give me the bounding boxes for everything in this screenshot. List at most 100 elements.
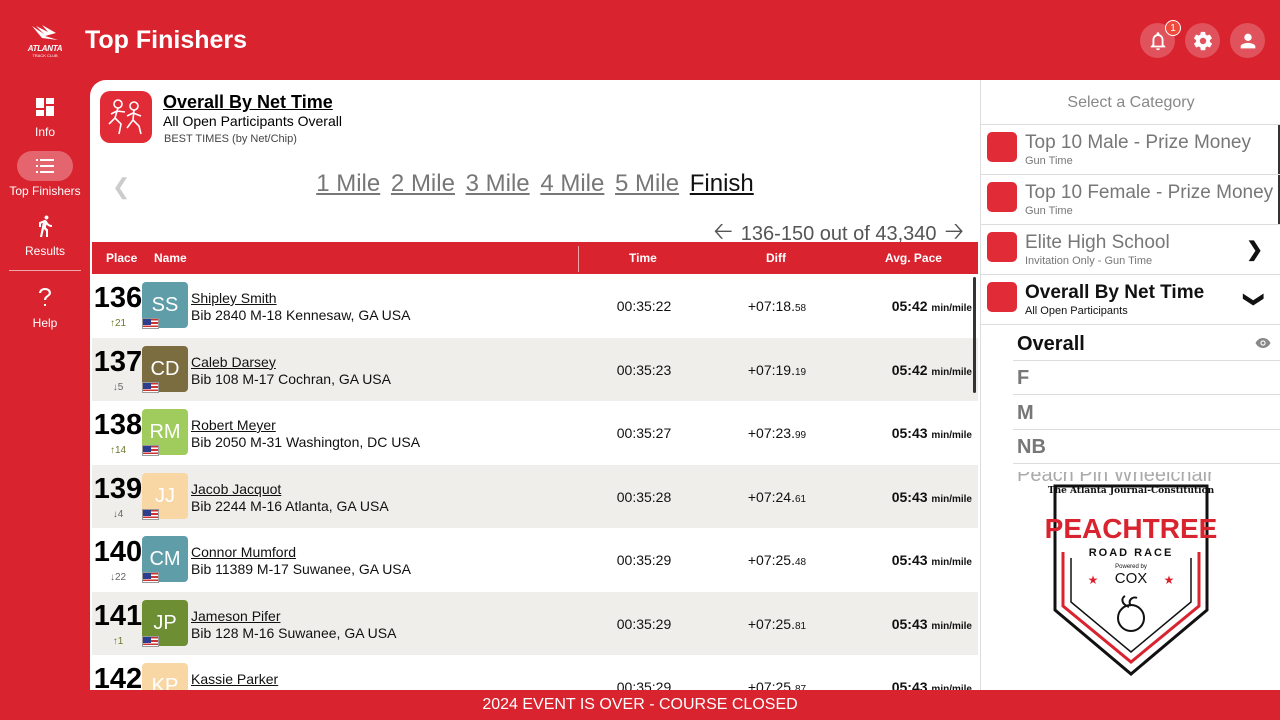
place-number: 139 bbox=[93, 472, 143, 505]
runner-name-link[interactable]: Robert Meyer bbox=[191, 417, 276, 433]
runner-name-link[interactable]: Kassie Parker bbox=[191, 671, 278, 687]
runners-icon bbox=[987, 132, 1017, 162]
nav-item-label: Info bbox=[34, 125, 55, 139]
avatar: KP bbox=[142, 663, 188, 690]
tab-2-mile[interactable]: 2 Mile bbox=[391, 170, 455, 197]
subcategory-nb[interactable]: NB bbox=[1013, 430, 1280, 464]
category-item-overall-net-time[interactable]: Overall By Net Time All Open Participant… bbox=[981, 275, 1280, 325]
nav-item-help[interactable]: Help bbox=[0, 286, 90, 330]
nav-item-info[interactable]: Info bbox=[0, 95, 90, 139]
table-scrollbar[interactable] bbox=[973, 277, 976, 393]
place-change: ↓4 bbox=[92, 509, 144, 520]
category-item-elite-high-school[interactable]: Elite High School Invitation Only - Gun … bbox=[981, 225, 1280, 275]
place-change: ↓22 bbox=[92, 572, 144, 583]
tab-3-mile[interactable]: 3 Mile bbox=[466, 170, 530, 197]
time-diff: +07:25.48 bbox=[737, 552, 817, 568]
logo-wordmark: ATLANTA bbox=[27, 44, 63, 53]
avg-pace: 05:43 min/mile bbox=[847, 616, 972, 632]
tab-5-mile[interactable]: 5 Mile bbox=[615, 170, 679, 197]
results-table-body: 136 ↑21 SS Shipley Smith Bib 2840 M-18 Kenne… bbox=[92, 274, 978, 690]
us-flag-icon bbox=[142, 318, 159, 329]
category-note: BEST TIMES (by Net/Chip) bbox=[164, 133, 297, 145]
runners-icon bbox=[987, 182, 1017, 212]
col-pace[interactable]: Avg. Pace bbox=[885, 251, 942, 265]
runner-name-link[interactable]: Shipley Smith bbox=[191, 290, 277, 306]
us-flag-icon bbox=[142, 445, 159, 456]
subcategory-f[interactable]: F bbox=[1013, 361, 1280, 395]
time-diff-main: +07:25. bbox=[747, 615, 795, 632]
col-place[interactable]: Place bbox=[106, 251, 137, 265]
time-diff-hundredths: 99 bbox=[794, 430, 807, 441]
col-name[interactable]: Name bbox=[154, 251, 187, 265]
sponsor-paper: The Atlanta Journal-Constitution bbox=[1048, 486, 1215, 496]
category-item-sub: Gun Time bbox=[1025, 155, 1073, 167]
settings-button[interactable] bbox=[1185, 23, 1220, 58]
time-diff-hundredths: 61 bbox=[794, 493, 807, 505]
tab-4-mile[interactable]: 4 Mile bbox=[540, 170, 604, 197]
runners-icon bbox=[987, 232, 1017, 262]
finish-time: 00:35:29 bbox=[616, 679, 672, 690]
account-button[interactable] bbox=[1230, 23, 1265, 58]
table-row[interactable]: 139 ↓4 JJ Jacob Jacquot Bib 2244 M-16 Atlant… bbox=[92, 464, 978, 528]
gear-icon bbox=[1193, 31, 1212, 50]
eye-icon bbox=[1255, 338, 1271, 348]
table-row[interactable]: 137 ↓5 CD Caleb Darsey Bib 108 M-17 Cochran,… bbox=[92, 337, 978, 401]
runner-name-link[interactable]: Jacob Jacquot bbox=[191, 481, 281, 497]
col-time[interactable]: Time bbox=[629, 251, 657, 265]
page-title: Top Finishers bbox=[85, 26, 248, 54]
table-row[interactable]: 136 ↑21 SS Shipley Smith Bib 2840 M-18 Kenne… bbox=[92, 274, 978, 338]
finish-time: 00:35:28 bbox=[616, 488, 672, 505]
avg-pace-value: 05:43 bbox=[891, 615, 928, 632]
subcategory-m[interactable]: M bbox=[1013, 396, 1280, 430]
category-item-top10-female[interactable]: Top 10 Female - Prize Money Gun Time bbox=[981, 175, 1280, 225]
avg-pace: 05:43 min/mile bbox=[847, 552, 972, 568]
pace-unit: min/mile bbox=[931, 620, 972, 632]
place-change-value: 4 bbox=[117, 508, 124, 520]
subcategory-label: M bbox=[1017, 402, 1034, 424]
nav-item-top-finishers[interactable]: Top Finishers bbox=[0, 154, 90, 198]
place-number: 137 bbox=[93, 345, 143, 378]
avg-pace: 05:43 min/mile bbox=[847, 425, 972, 441]
nav-item-results[interactable]: Results bbox=[0, 214, 90, 258]
col-diff[interactable]: Diff bbox=[766, 251, 786, 265]
pace-unit: min/mile bbox=[931, 493, 972, 505]
subcategory-overall[interactable]: Overall bbox=[1013, 327, 1280, 361]
runner-name-link[interactable]: Caleb Darsey bbox=[191, 354, 276, 370]
table-row[interactable]: 138 ↑14 RM Robert Meyer Bib 2050 M-31 Washin… bbox=[92, 401, 978, 465]
avg-pace-value: 05:43 bbox=[891, 552, 928, 568]
runner-name-link[interactable]: Connor Mumford bbox=[191, 544, 296, 560]
category-panel: Select a Category Top 10 Male - Prize Mo… bbox=[980, 80, 1280, 690]
runner-name-link[interactable]: Jameson Pifer bbox=[191, 608, 280, 624]
tab-finish[interactable]: Finish bbox=[690, 170, 754, 197]
logo-wings-icon bbox=[32, 25, 58, 40]
time-diff-main: +07:23. bbox=[747, 425, 795, 441]
table-row[interactable]: 140 ↓22 CM Connor Mumford Bib 11389 M-17 Suw… bbox=[92, 528, 978, 592]
time-diff: +07:23.99 bbox=[737, 425, 817, 441]
time-diff-main: +07:24. bbox=[747, 488, 795, 505]
us-flag-icon bbox=[142, 635, 159, 647]
us-flag-icon bbox=[142, 572, 159, 583]
runner-bib-info: Bib 2840 M-18 Kennesaw, GA USA bbox=[191, 307, 411, 323]
atlanta-track-club-logo[interactable]: ATLANTA TRACK CLUB bbox=[26, 24, 64, 58]
category-title[interactable]: Overall By Net Time bbox=[163, 92, 333, 113]
place-number: 136 bbox=[93, 282, 143, 314]
app-header: ATLANTA TRACK CLUB Top Finishers 1 bbox=[0, 0, 1280, 80]
tab-1-mile[interactable]: 1 Mile bbox=[316, 170, 380, 197]
us-flag-icon bbox=[142, 381, 159, 393]
question-icon bbox=[39, 288, 51, 306]
person-icon bbox=[1240, 33, 1255, 48]
left-nav: Info Top Finishers Results Help bbox=[0, 80, 90, 690]
table-header: Place Name Time Diff Avg. Pace bbox=[92, 242, 978, 274]
place-change-value: 22 bbox=[114, 572, 127, 583]
place-change: ↑1 bbox=[92, 636, 144, 647]
category-item-top10-male[interactable]: Top 10 Male - Prize Money Gun Time bbox=[981, 125, 1280, 175]
avg-pace-value: 05:42 bbox=[891, 298, 928, 314]
peachtree-road-race-logo: The Atlanta Journal-Constitution PEACHTR… bbox=[1045, 484, 1217, 676]
runner-bib-info: Bib 2050 M-31 Washington, DC USA bbox=[191, 434, 421, 450]
table-row[interactable]: 141 ↑1 JP Jameson Pifer Bib 128 M-16 Suwanee… bbox=[92, 591, 978, 655]
chevron-right-icon: ❯ bbox=[1246, 239, 1263, 261]
time-diff-hundredths: 81 bbox=[794, 620, 807, 632]
runner-bib-info: Bib 128 M-16 Suwanee, GA USA bbox=[191, 624, 397, 641]
time-diff-hundredths: 48 bbox=[794, 557, 807, 568]
table-row[interactable]: 142 KP Kassie Parker 00:35:29 +07:25.87 05:43… bbox=[92, 655, 978, 690]
